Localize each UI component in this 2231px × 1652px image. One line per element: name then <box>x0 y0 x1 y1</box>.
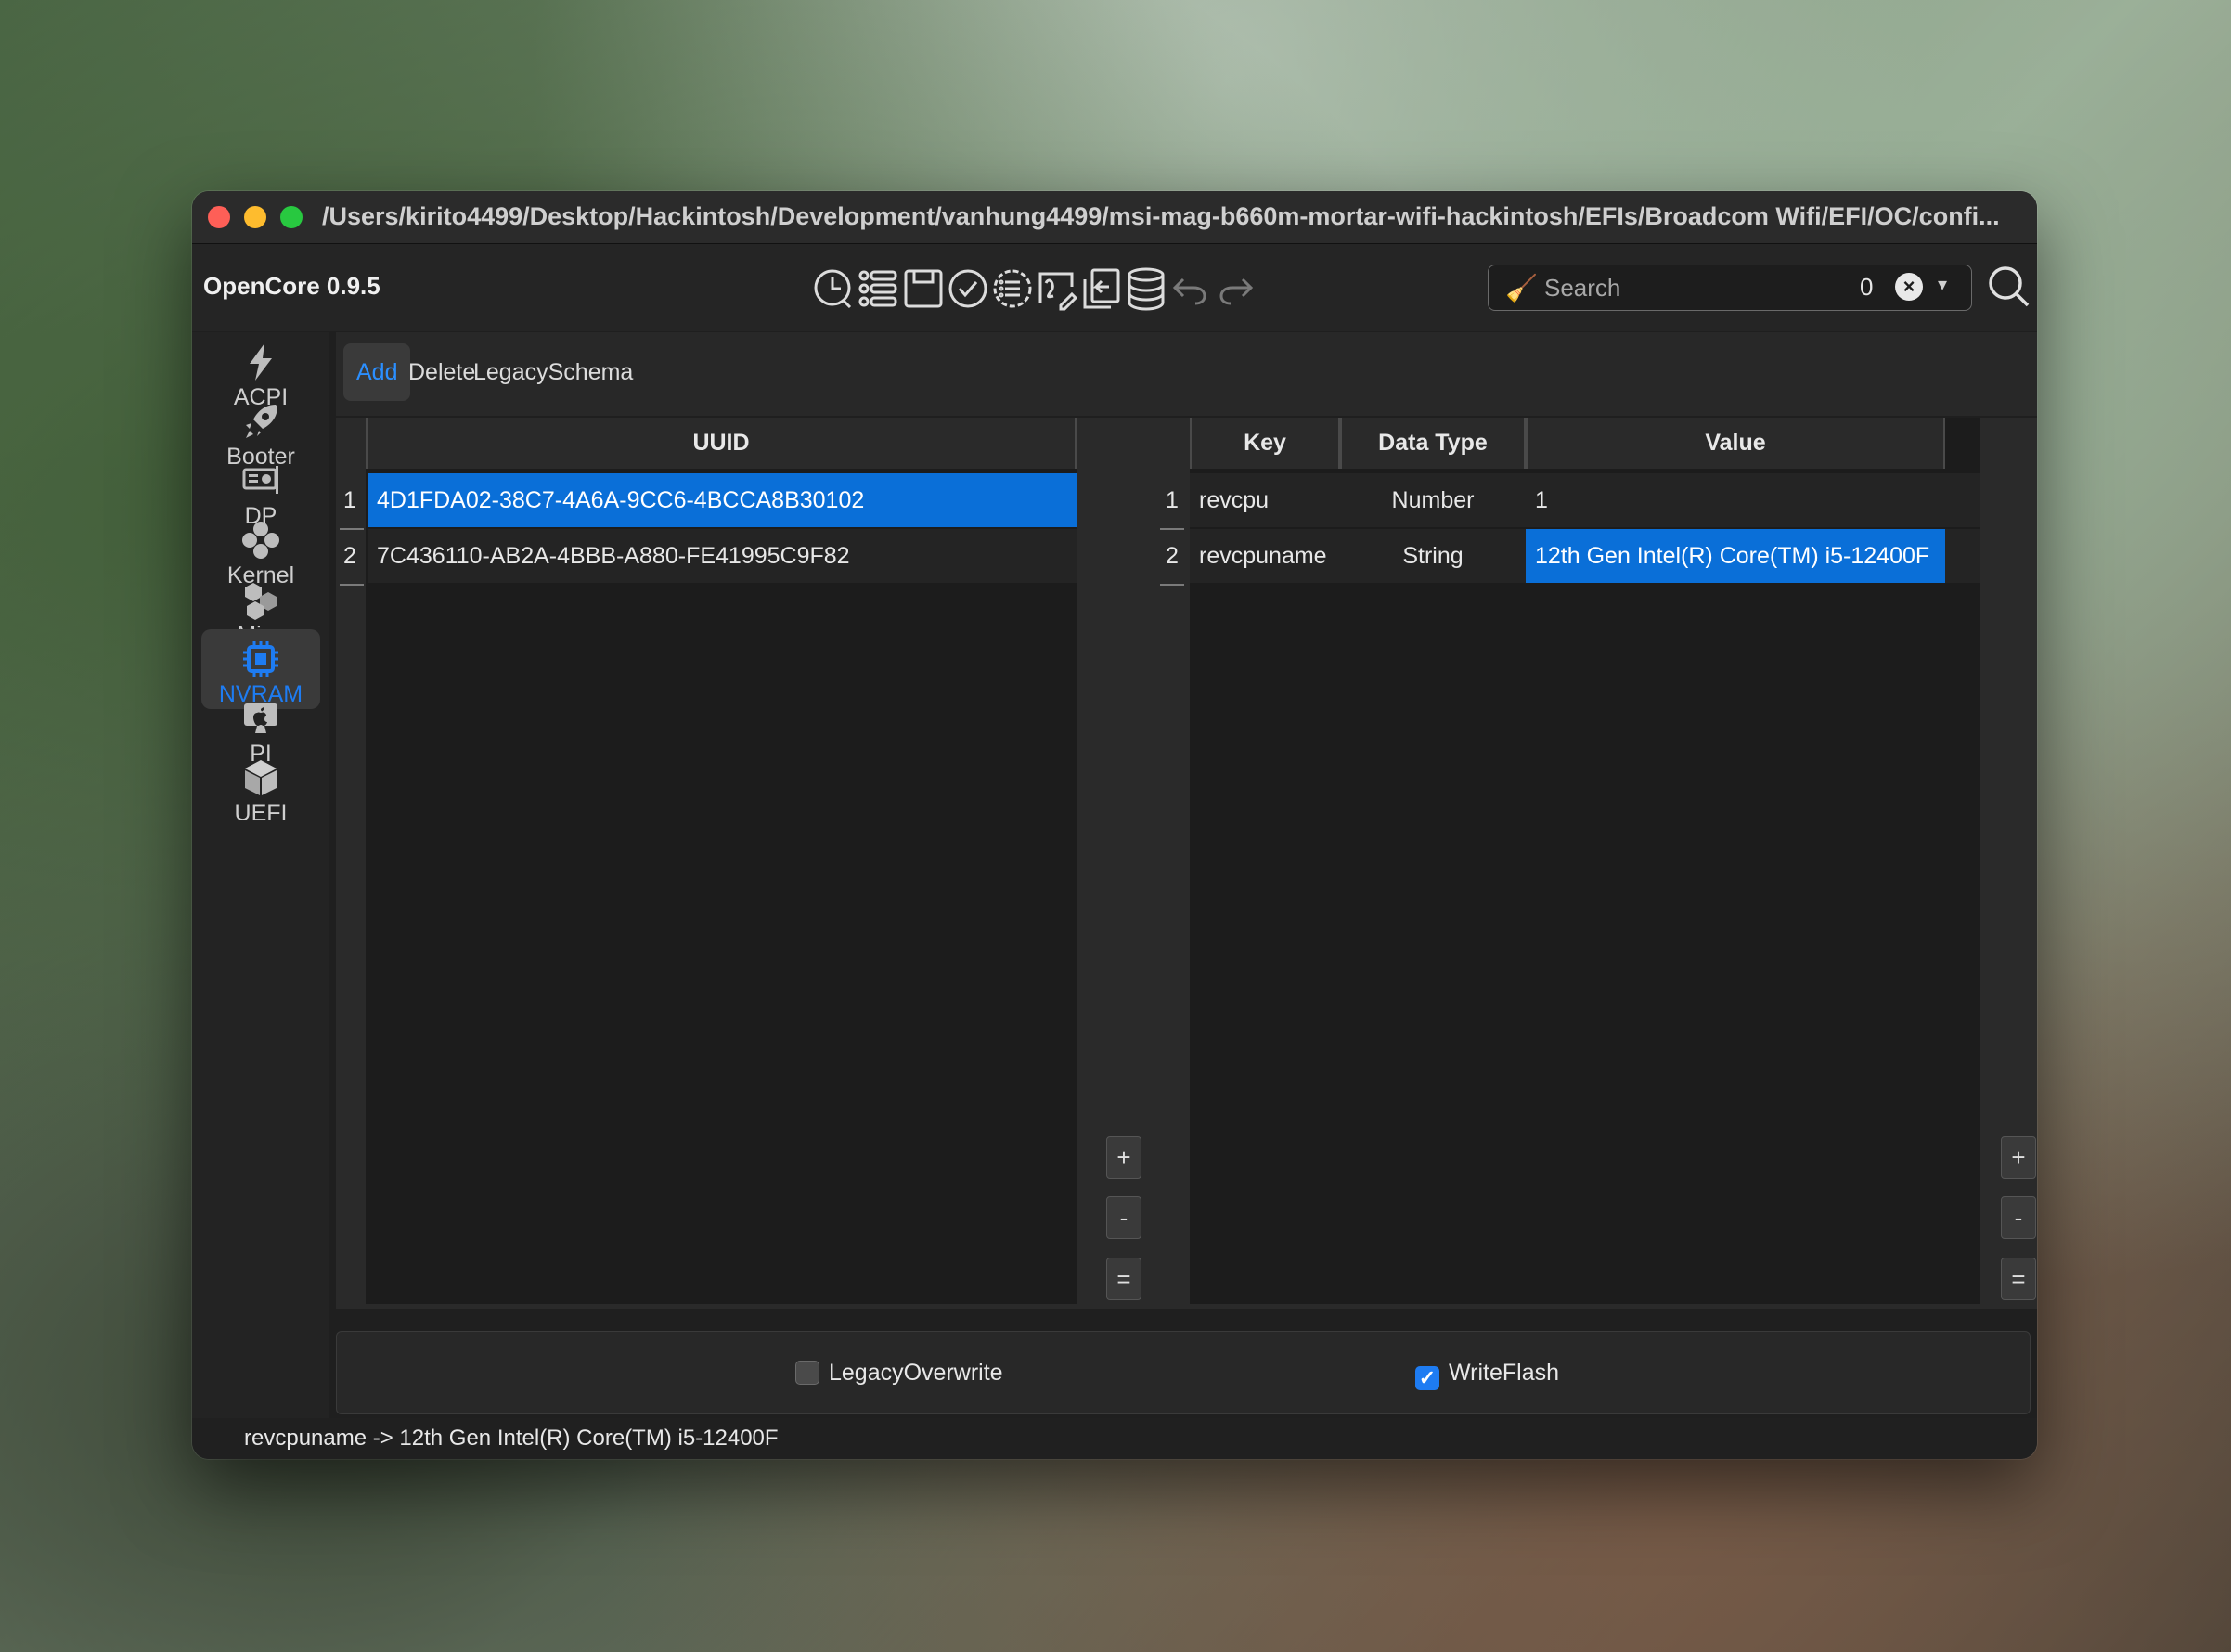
section-tabs: Add Delete LegacySchema <box>336 332 2037 416</box>
write-flash-label: WriteFlash <box>1449 1360 1560 1386</box>
table-row[interactable]: 7C436110-AB2A-4BBB-A880-FE41995C9F82 <box>368 529 1077 583</box>
legacy-overwrite-checkbox[interactable] <box>795 1361 819 1385</box>
uuid-cell[interactable]: 4D1FDA02-38C7-4A6A-9CC6-4BCCA8B30102 <box>368 473 1077 527</box>
chip-icon <box>243 641 278 677</box>
table-row[interactable]: revcpu Number 1 <box>1190 473 1980 527</box>
options-panel: LegacyOverwrite ✓ WriteFlash <box>336 1331 2031 1414</box>
legacy-overwrite-label: LegacyOverwrite <box>829 1360 1003 1386</box>
remove-uuid-button[interactable]: - <box>1106 1196 1141 1239</box>
redo-icon[interactable] <box>1209 263 1261 315</box>
app-version-label: OpenCore 0.9.5 <box>203 272 380 300</box>
key-cell[interactable]: revcpu <box>1190 473 1340 527</box>
add-uuid-button[interactable]: + <box>1106 1136 1141 1179</box>
value-cell[interactable]: 1 <box>1526 473 1945 527</box>
misc-icon <box>245 583 277 620</box>
data-type-cell[interactable]: Number <box>1340 473 1526 527</box>
close-window-button[interactable] <box>208 206 230 228</box>
row-number: 2 <box>343 543 356 569</box>
copy-uuid-button[interactable]: = <box>1106 1258 1141 1300</box>
copy-entry-button[interactable]: = <box>2001 1258 2036 1300</box>
search-result-count: 0 <box>1860 273 1874 301</box>
gpu-icon <box>242 466 278 494</box>
search-icon[interactable] <box>1983 261 2035 313</box>
row-number: 1 <box>1166 487 1179 513</box>
sidebar: ACPI Booter DP Kernel Misc NVRAM PI UEF <box>192 332 329 1418</box>
minimize-window-button[interactable] <box>244 206 266 228</box>
data-type-column-header[interactable]: Data Type <box>1340 418 1526 469</box>
uuid-cell[interactable]: 7C436110-AB2A-4BBB-A880-FE41995C9F82 <box>368 529 1077 583</box>
kernel-icon <box>242 522 279 559</box>
uuid-column-header[interactable]: UUID <box>366 418 1077 469</box>
legacy-overwrite-option[interactable]: LegacyOverwrite <box>795 1360 1003 1387</box>
rocket-icon <box>246 405 277 438</box>
table-area: UUID 1 4D1FDA02-38C7-4A6A-9CC6-4BCCA8B30… <box>336 418 2037 1309</box>
row-separator <box>340 584 364 586</box>
opencore-window: /Users/kirito4499/Desktop/Hackintosh/Dev… <box>192 191 2037 1459</box>
search-input[interactable] <box>1542 269 1843 306</box>
key-cell[interactable]: revcpuname <box>1190 529 1340 583</box>
write-flash-checkbox[interactable]: ✓ <box>1415 1366 1439 1390</box>
cube-icon <box>245 760 277 795</box>
sidebar-item-uefi[interactable]: UEFI <box>201 748 320 828</box>
value-column-header[interactable]: Value <box>1526 418 1945 469</box>
broom-icon[interactable]: 🧹 <box>1505 273 1538 303</box>
clear-search-icon[interactable]: × <box>1895 273 1923 301</box>
toolbar: OpenCore 0.9.5 🧹 Search 0 × ▾ <box>192 244 2037 331</box>
window-title-path: /Users/kirito4499/Desktop/Hackintosh/Dev… <box>322 202 2000 230</box>
tab-legacyschema[interactable]: LegacySchema <box>460 343 646 401</box>
remove-entry-button[interactable]: - <box>2001 1196 2036 1239</box>
row-separator <box>1160 584 1184 586</box>
status-bar: revcpuname -> 12th Gen Intel(R) Core(TM)… <box>192 1418 2037 1459</box>
title-bar[interactable]: /Users/kirito4499/Desktop/Hackintosh/Dev… <box>192 191 2037 244</box>
key-column-header[interactable]: Key <box>1190 418 1340 469</box>
row-number: 1 <box>343 487 356 513</box>
apple-icon <box>244 703 277 733</box>
write-flash-option[interactable]: ✓ WriteFlash <box>1415 1360 1559 1390</box>
table-row[interactable]: revcpuname String 12th Gen Intel(R) Core… <box>1190 529 1980 583</box>
bolt-icon <box>250 343 272 381</box>
add-entry-button[interactable]: + <box>2001 1136 2036 1179</box>
value-cell[interactable]: 12th Gen Intel(R) Core(TM) i5-12400F <box>1526 529 1945 583</box>
chevron-down-icon[interactable]: ▾ <box>1938 273 1947 296</box>
data-type-cell[interactable]: String <box>1340 529 1526 583</box>
search-box[interactable]: 🧹 0 × ▾ <box>1488 265 1972 311</box>
sidebar-item-label: UEFI <box>234 800 288 826</box>
table-row[interactable]: 4D1FDA02-38C7-4A6A-9CC6-4BCCA8B30102 <box>368 473 1077 527</box>
row-number: 2 <box>1166 543 1179 569</box>
zoom-window-button[interactable] <box>280 206 303 228</box>
